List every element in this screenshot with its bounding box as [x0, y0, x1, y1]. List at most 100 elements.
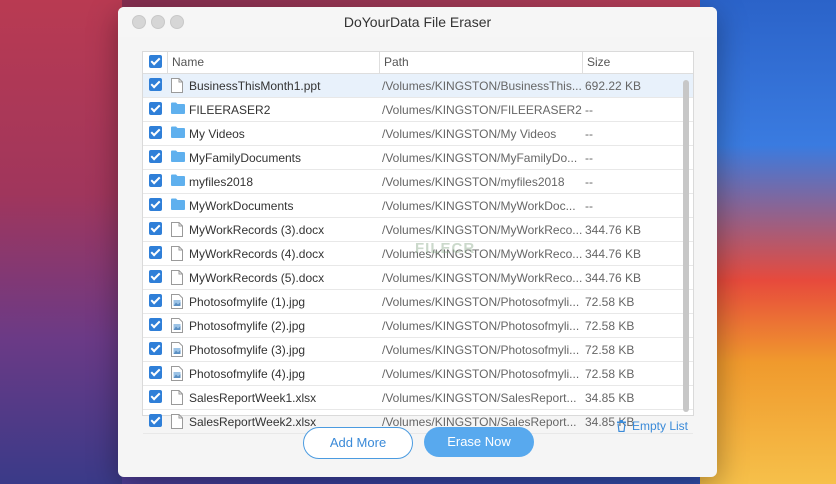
column-header-path[interactable]: Path — [384, 55, 409, 69]
image-icon — [171, 366, 185, 381]
image-icon — [171, 318, 185, 333]
row-checkbox[interactable] — [149, 414, 162, 427]
file-name: BusinessThisMonth1.ppt — [189, 79, 321, 93]
vertical-scrollbar[interactable] — [683, 80, 689, 412]
row-checkbox[interactable] — [149, 150, 162, 163]
file-path: /Volumes/KINGSTON/SalesReport... — [382, 391, 577, 405]
file-name: Photosofmylife (1).jpg — [189, 295, 306, 309]
file-name: Photosofmylife (4).jpg — [189, 367, 306, 381]
file-name: My Videos — [189, 127, 245, 141]
file-size: -- — [585, 151, 593, 165]
file-size: 692.22 KB — [585, 79, 642, 93]
table-row[interactable]: MyFamilyDocuments/Volumes/KINGSTON/MyFam… — [143, 146, 693, 170]
table-row[interactable]: SalesReportWeek1.xlsx/Volumes/KINGSTON/S… — [143, 386, 693, 410]
add-more-button[interactable]: Add More — [303, 427, 413, 459]
desktop-wallpaper-right — [700, 0, 836, 484]
table-row[interactable]: FILEERASER2/Volumes/KINGSTON/FILEERASER2… — [143, 98, 693, 122]
row-checkbox[interactable] — [149, 246, 162, 259]
table-row[interactable]: Photosofmylife (3).jpg/Volumes/KINGSTON/… — [143, 338, 693, 362]
table-row[interactable]: MyWorkRecords (5).docx/Volumes/KINGSTON/… — [143, 266, 693, 290]
file-name: MyFamilyDocuments — [189, 151, 302, 165]
file-path: /Volumes/KINGSTON/MyWorkReco... — [382, 247, 582, 261]
file-name: MyWorkRecords (3).docx — [189, 223, 325, 237]
document-icon — [171, 246, 185, 261]
column-divider — [379, 52, 380, 73]
image-icon — [171, 294, 185, 309]
app-window: DoYourData File Eraser Name Path Size Bu… — [118, 7, 717, 477]
table-row[interactable]: Photosofmylife (2).jpg/Volumes/KINGSTON/… — [143, 314, 693, 338]
folder-icon — [171, 198, 185, 213]
file-size: 344.76 KB — [585, 223, 642, 237]
folder-icon — [171, 126, 185, 141]
table-row[interactable]: Photosofmylife (4).jpg/Volumes/KINGSTON/… — [143, 362, 693, 386]
column-header-size[interactable]: Size — [587, 55, 610, 69]
table-header: Name Path Size — [143, 52, 693, 74]
row-checkbox[interactable] — [149, 78, 162, 91]
table-row[interactable]: MyWorkRecords (3).docx/Volumes/KINGSTON/… — [143, 218, 693, 242]
erase-now-button[interactable]: Erase Now — [424, 427, 534, 457]
folder-icon — [171, 174, 185, 189]
file-name: MyWorkRecords (5).docx — [189, 271, 325, 285]
file-name: SalesReportWeek1.xlsx — [189, 391, 317, 405]
row-checkbox[interactable] — [149, 198, 162, 211]
image-icon — [171, 342, 185, 357]
file-name: FILEERASER2 — [189, 103, 271, 117]
file-size: -- — [585, 127, 593, 141]
table-row[interactable]: BusinessThisMonth1.ppt/Volumes/KINGSTON/… — [143, 74, 693, 98]
empty-list-button[interactable]: Empty List — [616, 419, 688, 433]
document-icon — [171, 390, 185, 405]
table-row[interactable]: myfiles2018/Volumes/KINGSTON/myfiles2018… — [143, 170, 693, 194]
row-checkbox[interactable] — [149, 270, 162, 283]
file-path: /Volumes/KINGSTON/Photosofmyli... — [382, 295, 580, 309]
column-divider — [582, 52, 583, 73]
document-icon — [171, 78, 185, 93]
row-checkbox[interactable] — [149, 366, 162, 379]
file-path: /Volumes/KINGSTON/My Videos — [382, 127, 557, 141]
table-row[interactable]: SalesReportWeek2.xlsx/Volumes/KINGSTON/S… — [143, 410, 693, 434]
file-size: 34.85 KB — [585, 391, 635, 405]
file-size: 344.76 KB — [585, 247, 642, 261]
file-path: /Volumes/KINGSTON/MyFamilyDo... — [382, 151, 578, 165]
empty-list-label: Empty List — [632, 419, 689, 433]
file-size: 72.58 KB — [585, 295, 635, 309]
column-divider — [167, 52, 168, 73]
row-checkbox[interactable] — [149, 222, 162, 235]
file-table: Name Path Size BusinessThisMonth1.ppt/Vo… — [142, 51, 694, 434]
file-name: Photosofmylife (2).jpg — [189, 319, 306, 333]
file-name: MyWorkDocuments — [189, 199, 294, 213]
file-path: /Volumes/KINGSTON/MyWorkReco... — [382, 223, 582, 237]
row-checkbox[interactable] — [149, 342, 162, 355]
file-size: 344.76 KB — [585, 271, 642, 285]
folder-icon — [171, 102, 185, 117]
row-checkbox[interactable] — [149, 174, 162, 187]
row-checkbox[interactable] — [149, 294, 162, 307]
window-title: DoYourData File Eraser — [343, 14, 492, 30]
file-size: -- — [585, 175, 593, 189]
table-row[interactable]: My Videos/Volumes/KINGSTON/My Videos -- — [143, 122, 693, 146]
row-checkbox[interactable] — [149, 318, 162, 331]
trash-icon — [617, 420, 626, 433]
row-checkbox[interactable] — [149, 102, 162, 115]
file-path: /Volumes/KINGSTON/Photosofmyli... — [382, 319, 580, 333]
file-path: /Volumes/KINGSTON/BusinessThis... — [382, 79, 582, 93]
table-row[interactable]: MyWorkDocuments/Volumes/KINGSTON/MyWorkD… — [143, 194, 693, 218]
row-checkbox[interactable] — [149, 390, 162, 403]
row-checkbox[interactable] — [149, 126, 162, 139]
file-path: /Volumes/KINGSTON/MyWorkReco... — [382, 271, 582, 285]
table-row[interactable]: Photosofmylife (1).jpg/Volumes/KINGSTON/… — [143, 290, 693, 314]
file-name: MyWorkRecords (4).docx — [189, 247, 325, 261]
file-path: /Volumes/KINGSTON/Photosofmyli... — [382, 367, 580, 381]
file-path: /Volumes/KINGSTON/Photosofmyli... — [382, 343, 580, 357]
column-header-name[interactable]: Name — [172, 55, 204, 69]
folder-icon — [171, 150, 185, 165]
file-name: Photosofmylife (3).jpg — [189, 343, 306, 357]
file-size: -- — [585, 103, 593, 117]
file-path: /Volumes/KINGSTON/FILEERASER2 — [382, 103, 582, 117]
document-icon — [171, 270, 185, 285]
file-path: /Volumes/KINGSTON/MyWorkDoc... — [382, 199, 576, 213]
file-path: /Volumes/KINGSTON/myfiles2018 — [382, 175, 565, 189]
desktop-wallpaper-left — [0, 0, 122, 484]
file-size: -- — [585, 199, 593, 213]
select-all-checkbox[interactable] — [149, 55, 162, 68]
file-size: 72.58 KB — [585, 367, 635, 381]
